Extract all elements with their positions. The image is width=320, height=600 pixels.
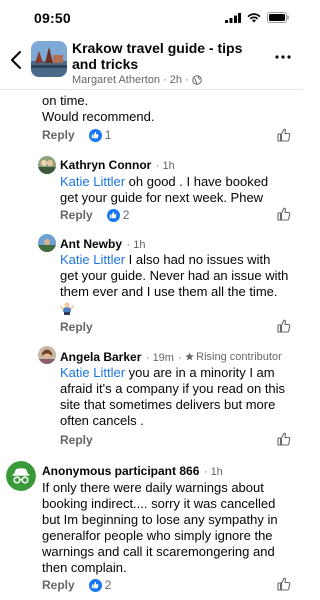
like-icon [88,578,102,592]
reply-button[interactable]: Reply [60,320,93,334]
comment-text-line: warnings and call it scaremongering and [42,544,275,559]
comment-header: Angela Barker · 19m · Rising contributor [60,350,282,364]
star-icon [185,352,194,361]
more-options-button[interactable] [273,52,293,62]
comment-time: 19m [152,352,174,364]
comment-text-line: If only there were daily warnings about [42,480,264,495]
thumbs-up-icon[interactable] [277,432,291,446]
reactions[interactable]: 1 [88,128,112,142]
like-icon [88,128,102,142]
comment-text-line: but Im beginning to lose any sympathy in [42,512,278,527]
comment-text-line: them ever and I use them all the time. [60,284,278,299]
thumbs-up-icon[interactable] [277,207,291,221]
anonymous-avatar[interactable] [6,461,36,491]
commenter-name[interactable]: Anonymous participant 866 [42,464,199,478]
reactions[interactable]: 2 [88,578,112,592]
like-count: 2 [104,578,112,592]
like-count: 1 [104,128,112,142]
emoji-icon [60,302,74,315]
comment-text-line: get your guide. Never had an issue with [60,268,289,283]
mention-link[interactable]: Katie Littler [60,365,125,380]
comment-header: Ant Newby · 1h [60,237,146,251]
comment-text-line: often cancels . [60,413,144,428]
comment-text-line: Katie Littler oh good . I have booked [60,174,269,189]
comment-text-line: afraid it's a company if you read on thi… [60,381,286,396]
reply-button[interactable]: Reply [60,433,93,447]
comment-time: 1h [133,239,146,251]
thumbs-up-icon[interactable] [277,577,291,591]
mention-link[interactable]: Katie Littler [60,174,125,189]
avatar[interactable] [38,156,56,174]
comment-text-line: site that sometimes delivers but more [60,397,276,412]
comment-text-line: generalfor people who simply ignore the [42,528,273,543]
comment-header: Anonymous participant 866 · 1h [42,464,223,478]
reactions[interactable]: 2 [106,208,130,222]
commenter-name[interactable]: Ant Newby [60,237,122,251]
commenter-name[interactable]: Kathryn Connor [60,158,151,172]
wifi-icon [247,12,261,22]
group-title[interactable]: Krakow travel guide - tips and tricks [72,40,268,72]
comment-time: 1h [162,160,175,172]
status-icons [225,12,289,23]
commenter-name[interactable]: Angela Barker [60,350,141,364]
like-count: 2 [122,208,130,222]
comment-time: 1h [210,466,223,478]
comment-text-line: on time. [42,93,89,108]
signal-icon [225,12,241,23]
comment-text-line: Katie Littler you are in a minority I am [60,365,275,380]
incognito-icon [6,461,36,491]
comment-text-line: Would recommend. [42,109,155,124]
group-post-header: Krakow travel guide - tips and tricks Ma… [0,34,303,90]
avatar[interactable] [38,346,56,364]
reply-button[interactable]: Reply [60,208,93,222]
comment-text-line: then complain. [42,560,127,575]
avatar[interactable] [38,234,56,252]
comment-actions: Reply [60,433,93,447]
comment-text-line: booking indirect.... sorry it was cancel… [42,496,276,511]
comment-actions: Reply 1 [42,128,111,142]
comment-actions: Reply 2 [42,578,111,592]
back-icon [11,51,21,69]
reply-button[interactable]: Reply [42,128,75,142]
mention-link[interactable]: Katie Littler [60,252,125,267]
comment-text-line: Katie Littler I also had no issues with [60,252,271,267]
reply-button[interactable]: Reply [42,578,75,592]
rising-contributor-badge: Rising contributor [185,351,282,363]
status-time: 09:50 [34,10,71,26]
globe-icon [191,75,202,85]
battery-icon [267,12,289,23]
post-age: 2h [169,74,182,86]
group-avatar[interactable] [31,41,67,77]
comment-text-line: get your guide for next week. Phew [60,190,264,205]
like-icon [106,208,120,222]
more-icon [275,55,291,59]
thumbs-up-icon[interactable] [277,128,291,142]
post-meta: Margaret Atherton · 2h · [72,74,202,86]
status-bar: 09:50 [0,0,303,34]
comment-header: Kathryn Connor · 1h [60,158,175,172]
thumbs-up-icon[interactable] [277,319,291,333]
post-author[interactable]: Margaret Atherton [72,74,160,86]
back-button[interactable] [6,48,26,72]
comment-actions: Reply [60,320,93,334]
comment-actions: Reply 2 [60,208,129,222]
